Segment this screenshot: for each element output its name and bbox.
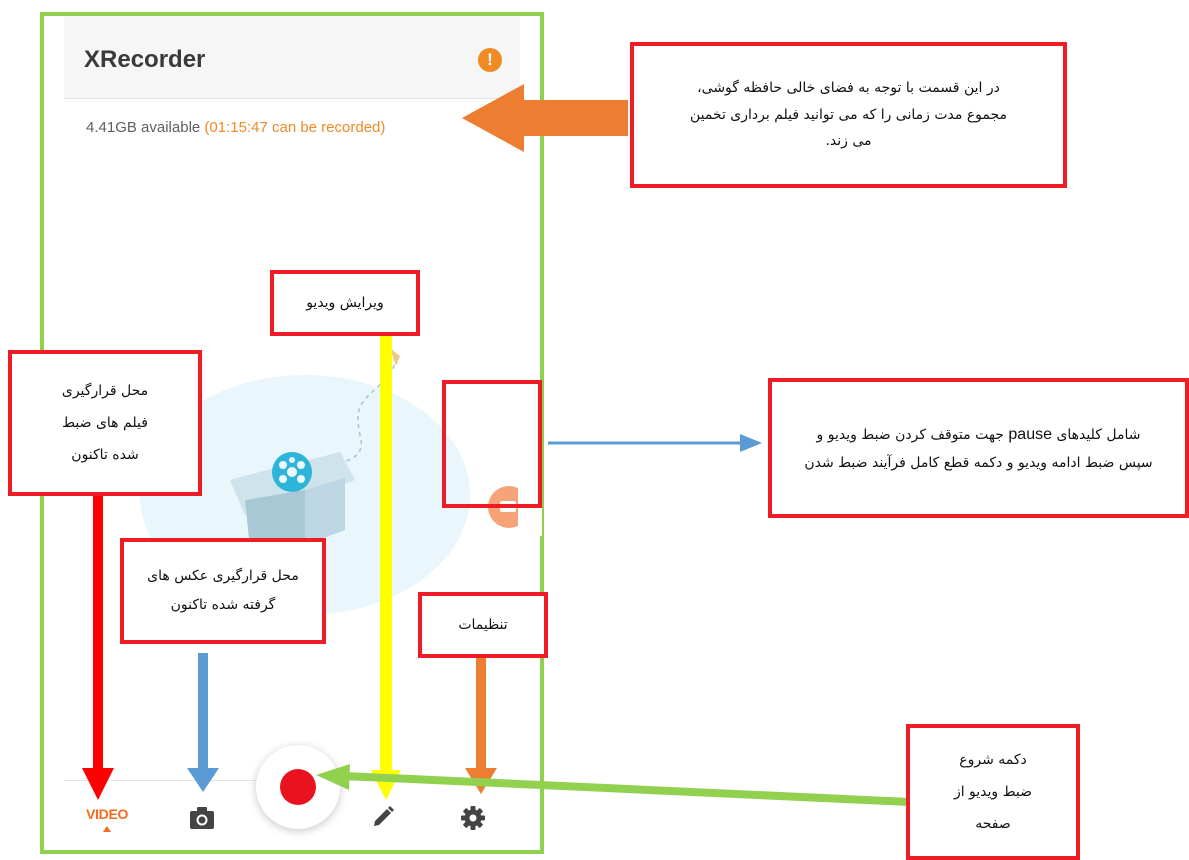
pause-annotation: شامل کلیدهای pause جهت متوقف کردن ضبط وی… — [768, 378, 1189, 518]
video-location-annotation-text: محل قرارگیری فیلم های ضبط شده تاکنون — [61, 382, 149, 464]
record-annotation: دکمه شروع ضبط ویدیو از صفحه — [906, 724, 1080, 860]
pause-arrow-head — [740, 434, 762, 452]
video-arrow-line — [93, 490, 103, 770]
pause-annotation-text: شامل کلیدهای pause جهت متوقف کردن ضبط وی… — [799, 420, 1159, 477]
pause-annotation-word: pause — [1008, 425, 1052, 443]
record-arrow-head — [316, 764, 350, 790]
record-annotation-text: دکمه شروع ضبط ویدیو از صفحه — [953, 751, 1033, 833]
pause-annotation-part1: شامل کلیدهای — [1056, 426, 1141, 443]
video-arrow-head — [82, 768, 114, 800]
storage-annotation-text: در این قسمت با توجه به فضای خالی حافظه گ… — [689, 80, 1008, 150]
settings-annotation-text: تنظیمات — [458, 616, 508, 633]
camera-arrow-line — [198, 653, 208, 769]
photo-location-annotation-text: محل قرارگیری عکس های گرفته شده تاکنون — [147, 567, 299, 613]
settings-arrow-line — [476, 658, 486, 770]
photo-location-annotation: محل قرارگیری عکس های گرفته شده تاکنون — [120, 538, 326, 644]
storage-annotation: در این قسمت با توجه به فضای خالی حافظه گ… — [630, 42, 1067, 188]
edit-arrow-line — [380, 334, 392, 772]
settings-annotation: تنظیمات — [418, 592, 548, 658]
storage-arrow — [462, 84, 628, 152]
edit-annotation-text: ویرایش ویدیو — [306, 294, 384, 311]
video-location-annotation: محل قرارگیری فیلم های ضبط شده تاکنون — [8, 350, 202, 496]
camera-arrow-head — [187, 768, 219, 792]
record-arrow-line — [344, 772, 911, 806]
edit-annotation: ویرایش ویدیو — [270, 270, 420, 336]
